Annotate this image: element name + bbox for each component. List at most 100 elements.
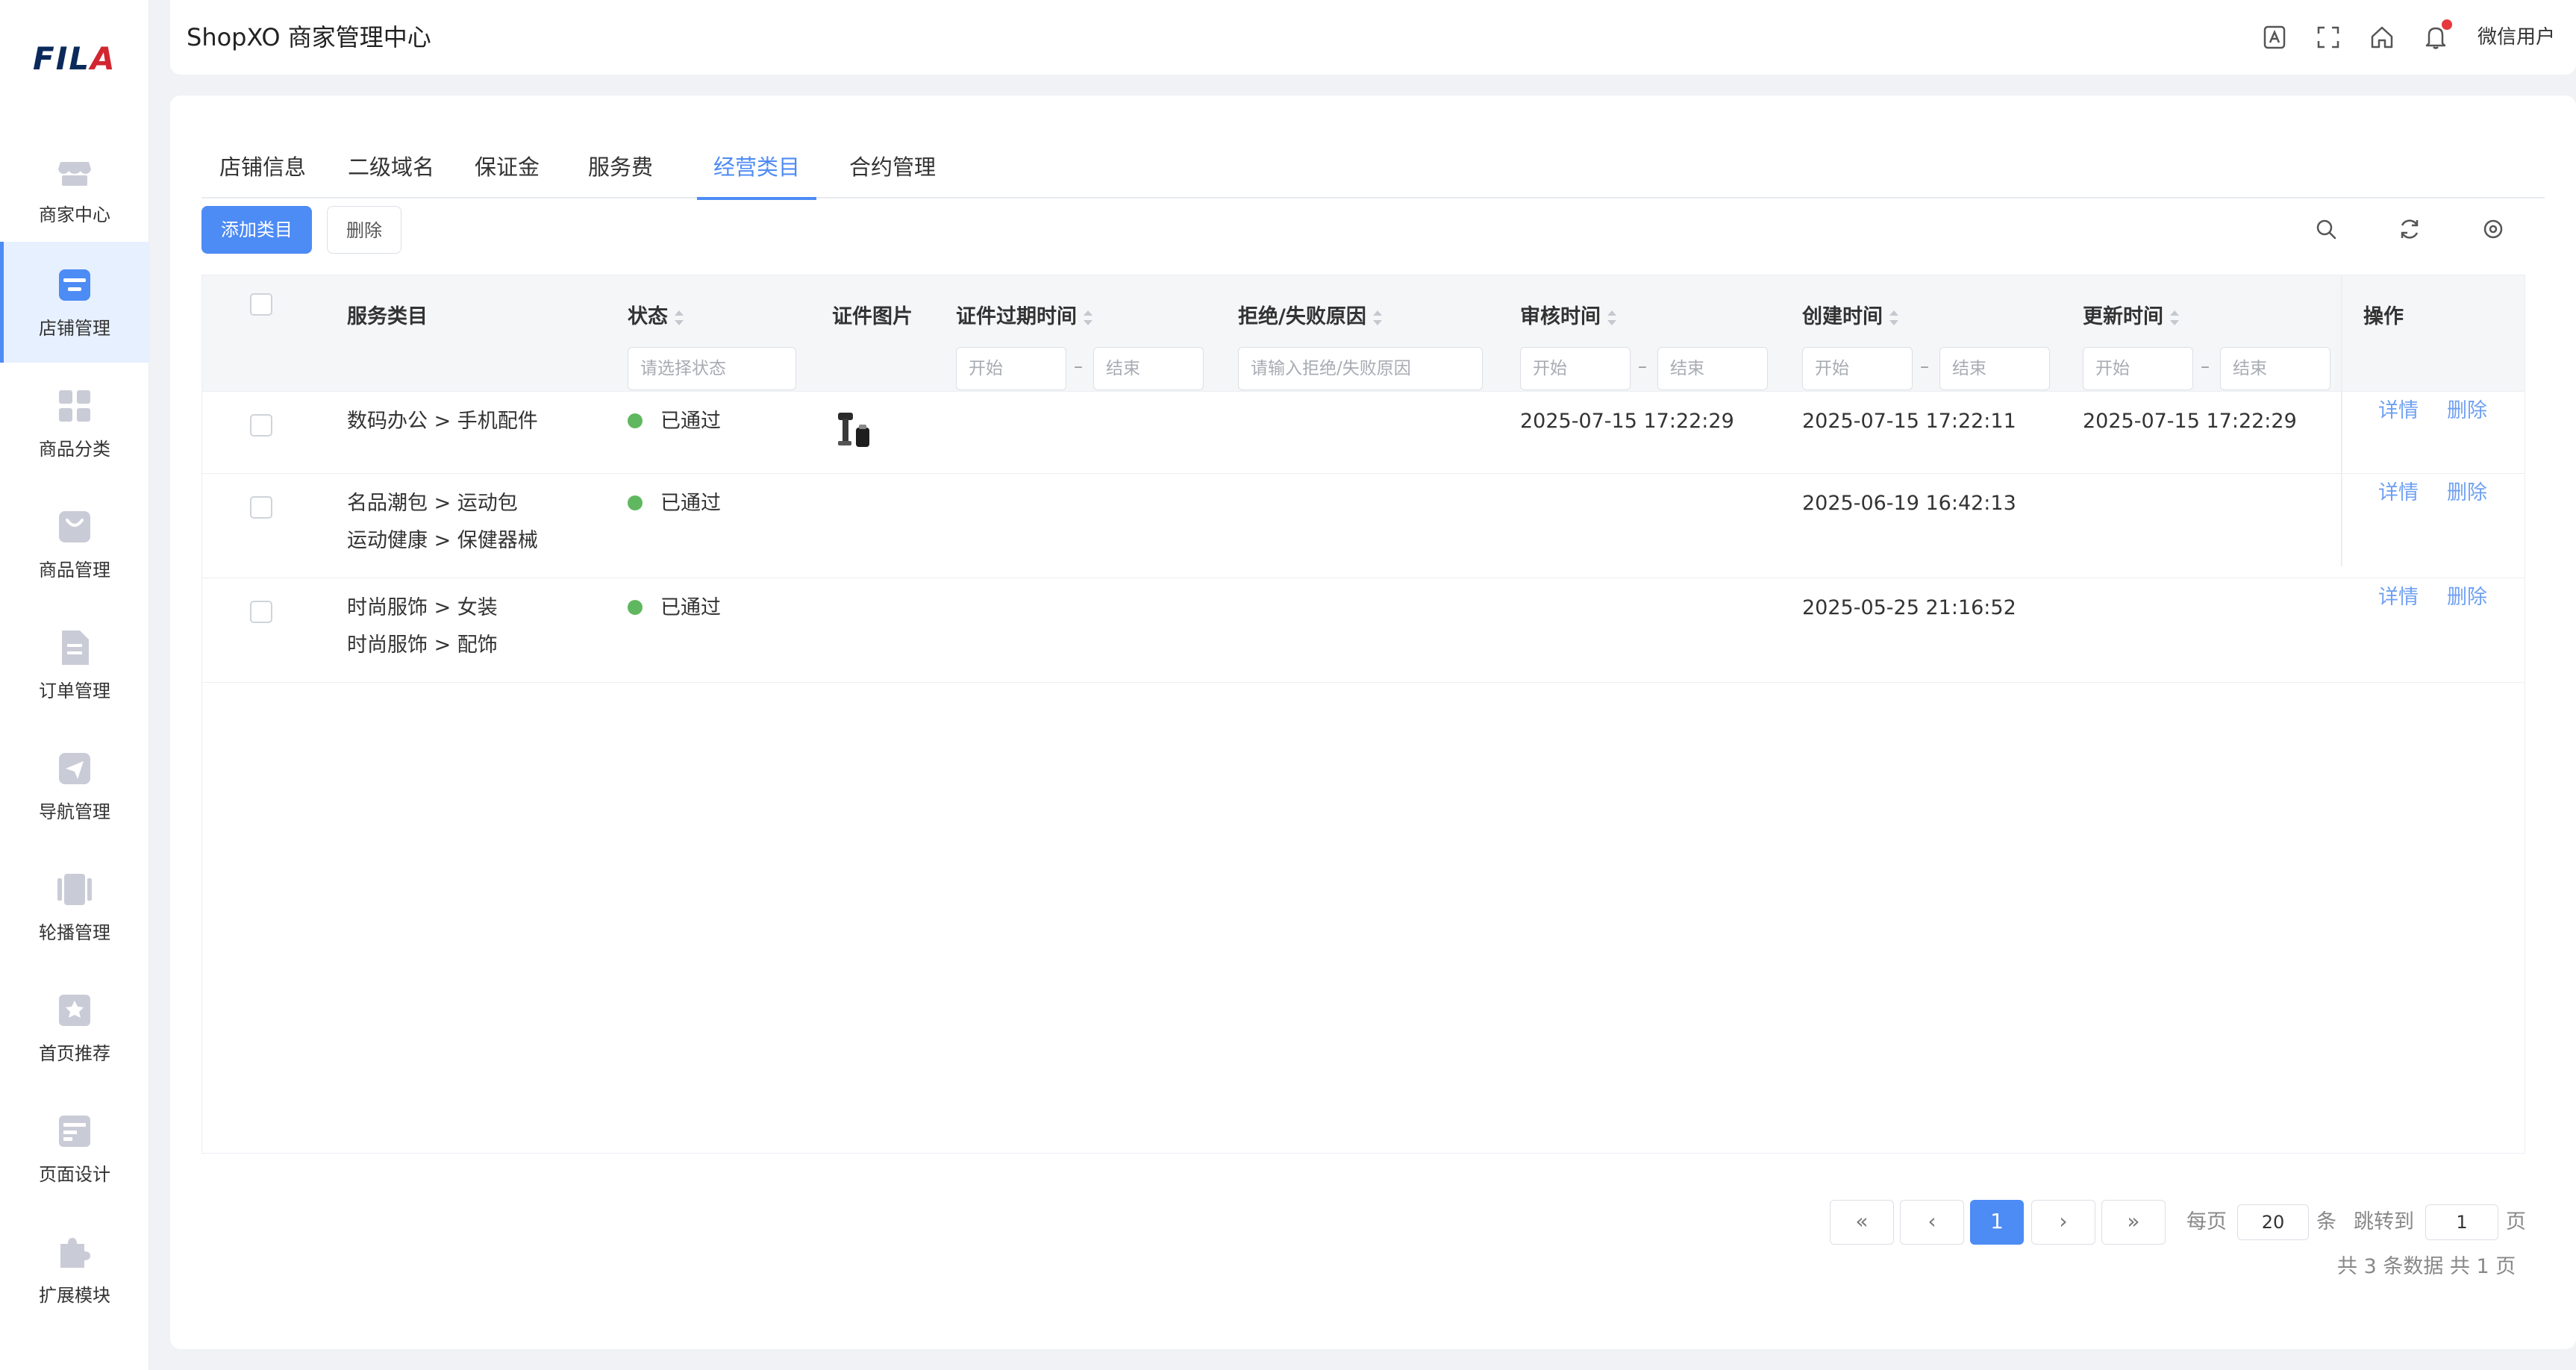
fullscreen-icon[interactable] (2315, 24, 2342, 51)
range-dash: – (1074, 356, 1083, 377)
delete-link[interactable]: 删除 (2447, 584, 2487, 611)
column-header-category: 服务类目 (347, 305, 428, 328)
sidebar-item-page-design[interactable]: 页面设计 (0, 1088, 149, 1209)
pager-next-button[interactable]: › (2031, 1200, 2095, 1245)
document-icon (62, 631, 89, 665)
cert-expire-start-input[interactable]: 开始 (956, 347, 1066, 390)
sidebar-item-label: 轮播管理 (39, 922, 110, 943)
update-time-end-input[interactable]: 结束 (2220, 347, 2330, 390)
sidebar-item-order-management[interactable]: 订单管理 (0, 604, 149, 725)
jump-page-input[interactable]: 1 (2425, 1204, 2498, 1240)
range-dash: – (1920, 356, 1929, 377)
tab-bar: 店铺信息 二级域名 保证金 服务费 经营类目 合约管理 (201, 118, 2545, 200)
sidebar-item-home-recommend[interactable]: 首页推荐 (0, 967, 149, 1088)
pager-page-1[interactable]: 1 (1970, 1200, 2024, 1245)
status-badge: 已通过 (628, 408, 721, 435)
create-time-start-input[interactable]: 开始 (1802, 347, 1913, 390)
jump-to-label: 跳转到 (2354, 1210, 2414, 1233)
layout-icon (59, 1116, 90, 1147)
column-header-cert-expire[interactable]: 证件过期时间 (956, 304, 1093, 331)
add-category-button[interactable]: 添加类目 (201, 206, 312, 254)
tab-deposit[interactable]: 保证金 (475, 118, 540, 198)
per-page-input[interactable]: 20 (2237, 1204, 2309, 1240)
delete-button[interactable]: 删除 (327, 206, 401, 254)
cert-expire-end-input[interactable]: 结束 (1093, 347, 1204, 390)
status-filter-select[interactable]: 请选择状态 (628, 347, 796, 390)
sort-icon[interactable] (2169, 309, 2180, 327)
puzzle-icon (60, 1238, 90, 1268)
sidebar-item-carousel-management[interactable]: 轮播管理 (0, 846, 149, 967)
sort-icon[interactable] (1083, 309, 1093, 327)
sidebar-item-product-category[interactable]: 商品分类 (0, 363, 149, 484)
per-page-unit: 条 (2316, 1210, 2336, 1233)
sidebar-item-product-management[interactable]: 商品管理 (0, 484, 149, 604)
brand-logo[interactable]: FILA (33, 43, 116, 75)
column-header-create-time[interactable]: 创建时间 (1802, 304, 1899, 331)
column-header-reject-reason[interactable]: 拒绝/失败原因 (1238, 304, 1383, 331)
column-header-actions: 操作 (2363, 305, 2404, 328)
update-time-start-input[interactable]: 开始 (2083, 347, 2193, 390)
row-checkbox[interactable] (250, 496, 272, 519)
home-icon[interactable] (2369, 24, 2395, 51)
reject-reason-input[interactable]: 请输入拒绝/失败原因 (1238, 347, 1483, 390)
category-path: 数码办公 > 手机配件 (347, 410, 538, 433)
jump-unit: 页 (2506, 1210, 2526, 1233)
search-icon[interactable] (2313, 216, 2339, 242)
pager-prev-button[interactable]: ‹ (1900, 1200, 1964, 1245)
delete-link[interactable]: 删除 (2447, 398, 2487, 425)
table-header: 服务类目 状态 请选择状态 证件图片 证件过期时间 开始 – 结束 拒绝/失败原… (202, 275, 2525, 392)
user-name[interactable]: 微信用户 (2477, 24, 2555, 51)
sort-icon[interactable] (1372, 309, 1383, 327)
sidebar-item-label: 商品管理 (39, 560, 110, 581)
row-checkbox[interactable] (250, 601, 272, 623)
audit-time-end-input[interactable]: 结束 (1657, 347, 1768, 390)
create-time: 2025-07-15 17:22:11 (1802, 410, 2016, 433)
table-row: 数码办公 > 手机配件 已通过 2025-07-15 17:22:29 2025… (202, 392, 2525, 474)
range-dash: – (1638, 356, 1647, 377)
refresh-icon[interactable] (2397, 216, 2422, 242)
actions-column-divider (2341, 275, 2342, 566)
translate-icon[interactable] (2261, 24, 2288, 51)
tab-service-fee[interactable]: 服务费 (588, 118, 653, 198)
tab-store-info[interactable]: 店铺信息 (219, 118, 306, 198)
range-dash: – (2201, 356, 2210, 377)
status-ok-dot (628, 599, 643, 615)
select-all-checkbox[interactable] (250, 293, 272, 316)
category-path: 名品潮包 > 运动包 (347, 492, 518, 515)
bag-icon (59, 511, 90, 542)
sidebar-item-navigation-management[interactable]: 导航管理 (0, 725, 149, 846)
cert-image-thumbnail[interactable] (831, 407, 875, 451)
update-time: 2025-07-15 17:22:29 (2083, 410, 2297, 433)
sidebar-item-label: 商家中心 (39, 204, 110, 225)
detail-link[interactable]: 详情 (2378, 584, 2419, 611)
pager-last-button[interactable]: » (2101, 1200, 2166, 1245)
sort-icon[interactable] (674, 309, 684, 327)
sidebar-item-merchant-center[interactable]: 商家中心 (0, 128, 149, 249)
row-checkbox[interactable] (250, 414, 272, 437)
sort-icon[interactable] (1607, 309, 1617, 327)
tab-subdomain[interactable]: 二级域名 (348, 118, 434, 198)
create-time-end-input[interactable]: 结束 (1939, 347, 2050, 390)
column-header-update-time[interactable]: 更新时间 (2083, 304, 2180, 331)
create-time: 2025-05-25 21:16:52 (1802, 596, 2016, 619)
settings-icon[interactable] (2480, 216, 2506, 242)
detail-link[interactable]: 详情 (2378, 480, 2419, 507)
sidebar-item-extension-module[interactable]: 扩展模块 (0, 1209, 149, 1330)
tab-business-category[interactable]: 经营类目 (697, 118, 816, 200)
shop-icon (58, 162, 91, 186)
tab-contract-management[interactable]: 合约管理 (849, 118, 936, 198)
column-header-audit-time[interactable]: 审核时间 (1520, 304, 1617, 331)
audit-time-start-input[interactable]: 开始 (1520, 347, 1631, 390)
notification-dot (2442, 19, 2452, 30)
category-path: 运动健康 > 保健器械 (347, 529, 538, 552)
sidebar-item-label: 首页推荐 (39, 1043, 110, 1064)
delete-link[interactable]: 删除 (2447, 480, 2487, 507)
sort-icon[interactable] (1889, 309, 1899, 327)
detail-link[interactable]: 详情 (2378, 398, 2419, 425)
per-page-label: 每页 (2186, 1210, 2227, 1233)
pager-first-button[interactable]: « (1830, 1200, 1894, 1245)
audit-time: 2025-07-15 17:22:29 (1520, 410, 1734, 433)
sidebar-item-store-management[interactable]: 店铺管理 (0, 242, 149, 363)
column-header-status[interactable]: 状态 (628, 304, 684, 331)
table-row: 时尚服饰 > 女装 时尚服饰 > 配饰 已通过 2025-05-25 21:16… (202, 578, 2525, 683)
